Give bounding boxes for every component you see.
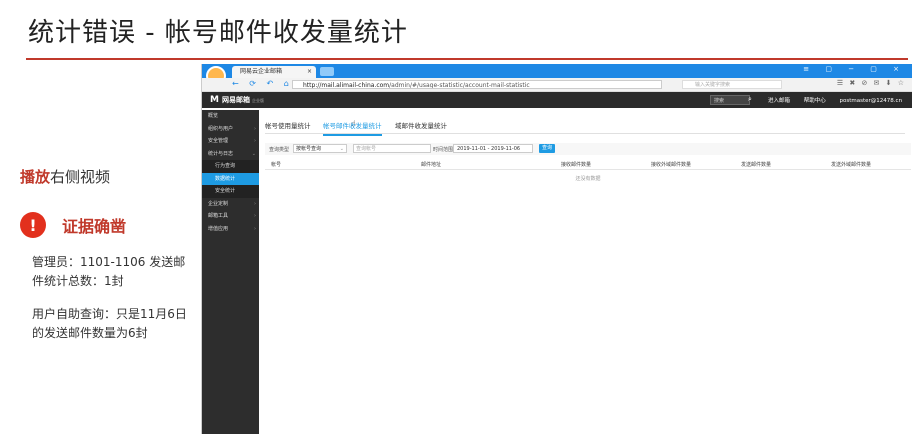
enter-mailbox-link[interactable]: 进入邮箱 — [768, 98, 790, 104]
chevron-right-icon: › — [254, 200, 256, 207]
play-rest: 右侧视频 — [50, 168, 111, 186]
sidebar-item-security[interactable]: 安全管理 › — [202, 135, 259, 148]
column-account: 帐号 — [271, 162, 282, 168]
browser-window: 网易云企业邮箱 × ≡ ▢ − ▢ × ← ⟳ ↶ ⌂ http://mail.… — [201, 64, 912, 434]
mouse-cursor-icon: ☝ — [351, 119, 356, 128]
column-sent-external: 发送外域邮件数量 — [831, 162, 872, 168]
sidebar-item-value-added[interactable]: 增值应用 › — [202, 223, 259, 236]
sidebar: 概览 组织与用户 › 安全管理 › 统计与日志 ⌄ 行为查询 数据统计 安全统计 企业… — [202, 110, 259, 434]
sidebar-item-security-stats[interactable]: 安全统计 — [202, 185, 259, 198]
app-header: M 网易邮箱 企业版 搜索 ⌕ 进入邮箱 帮助中心 postmaster@12478… — [202, 92, 912, 108]
query-button[interactable]: 查询 — [539, 144, 555, 153]
sidebar-item-org-users[interactable]: 组织与用户 › — [202, 123, 259, 136]
chevron-right-icon: › — [254, 138, 256, 144]
sidebar-item-behavior-query[interactable]: 行为查询 — [202, 160, 259, 173]
column-sent: 发送邮件数量 — [741, 162, 772, 168]
time-range-label: 时间范围 — [433, 147, 454, 153]
address-bar[interactable]: http://mail.alimail-china.com/admin/#/us… — [292, 80, 662, 89]
sidebar-item-data-stats[interactable]: 数据统计 — [202, 172, 259, 185]
title-divider — [26, 58, 908, 60]
browser-tab-title: 网易云企业邮箱 — [240, 68, 283, 75]
tab-domain-mail[interactable]: 域邮件收发量统计 — [395, 120, 447, 130]
account-search-input[interactable]: 查询帐号 — [353, 144, 431, 153]
stats-tabs: 帐号使用量统计 帐号邮件收发量统计 域邮件收发量统计 — [265, 117, 905, 136]
evidence-heading: ! 证据确凿 — [20, 212, 126, 238]
nav-buttons[interactable]: ← ⟳ ↶ ⌂ — [232, 79, 293, 88]
slide-title: 统计错误 - 帐号邮件收发量统计 — [28, 18, 408, 48]
main-content: 帐号使用量统计 帐号邮件收发量统计 域邮件收发量统计 ☝ 查询类型 按帐号查询 ⌄… — [259, 110, 912, 434]
sidebar-item-mail-tools[interactable]: 邮箱工具 › — [202, 210, 259, 223]
play-highlight: 播放 — [20, 168, 51, 186]
sidebar-item-customization[interactable]: 企业定制 › — [202, 198, 259, 211]
brand-mark: M — [210, 95, 219, 105]
column-received: 接收邮件数量 — [561, 162, 592, 168]
tab-account-usage[interactable]: 帐号使用量统计 — [265, 120, 311, 130]
column-email: 邮件地址 — [421, 162, 442, 168]
extension-icons[interactable]: ☰ ✖ ⊘ ✉ ⬇ ☆ — [837, 79, 906, 87]
table-header: 帐号 邮件地址 接收邮件数量 接收外域邮件数量 发送邮件数量 发送外域邮件数量 — [265, 159, 911, 170]
empty-state: 还没有数据 — [575, 176, 601, 182]
brand-name: 网易邮箱 — [221, 96, 250, 104]
query-type-label: 查询类型 — [269, 147, 290, 153]
new-tab-button[interactable] — [320, 67, 334, 76]
header-links: 进入邮箱 帮助中心 postmaster@12478.cn 退出 — [768, 96, 912, 104]
admin-note: 管理员：1101-1106 发送邮件统计总数：1封 — [32, 255, 186, 288]
browser-nav-bar: ← ⟳ ↶ ⌂ http://mail.alimail-china.com/ad… — [202, 78, 912, 92]
admin-account[interactable]: postmaster@12478.cn — [840, 98, 903, 104]
header-search-input[interactable]: 搜索 — [710, 95, 750, 105]
chevron-right-icon: › — [254, 213, 256, 219]
chevron-down-icon: ⌄ — [339, 146, 344, 152]
browser-tab[interactable]: 网易云企业邮箱 × — [232, 66, 316, 78]
chevron-down-icon: ⌄ — [251, 150, 256, 157]
search-icon[interactable]: ⌕ — [748, 95, 752, 104]
window-controls[interactable]: ≡ ▢ − ▢ × — [803, 65, 906, 73]
alert-icon: ! — [20, 212, 46, 238]
sidebar-item-stats-logs[interactable]: 统计与日志 ⌄ — [202, 148, 259, 161]
play-video-instruction: 播放右侧视频 — [20, 166, 110, 187]
column-received-external: 接收外域邮件数量 — [651, 162, 692, 168]
url-path: /admin/#/usage-statistic/account-mail-st… — [389, 82, 530, 89]
evidence-label: 证据确凿 — [62, 217, 127, 236]
date-range-picker[interactable]: 2019-11-01 - 2019-11-06 — [453, 144, 533, 153]
brand-logo[interactable]: M 网易邮箱 企业版 — [210, 95, 264, 105]
query-type-select[interactable]: 按帐号查询 ⌄ — [293, 144, 347, 153]
brand-sub: 企业版 — [251, 98, 264, 103]
browser-search-input[interactable]: 输入关键字搜索 — [682, 80, 782, 89]
close-icon[interactable]: × — [307, 66, 312, 78]
user-note: 用户自助查询：只是11月6日的发送邮件数量为6封 — [32, 307, 187, 340]
browser-tab-bar: 网易云企业邮箱 × ≡ ▢ − ▢ × — [202, 64, 912, 78]
filter-bar: 查询类型 按帐号查询 ⌄ 查询帐号 时间范围 2019-11-01 - 2019-… — [265, 143, 911, 155]
chevron-right-icon: › — [254, 125, 256, 132]
url-host: http://mail.alimail-china.com — [303, 82, 390, 89]
chevron-right-icon: › — [254, 225, 256, 232]
sidebar-item-overview[interactable]: 概览 — [202, 110, 259, 123]
help-center-link[interactable]: 帮助中心 — [804, 98, 826, 104]
